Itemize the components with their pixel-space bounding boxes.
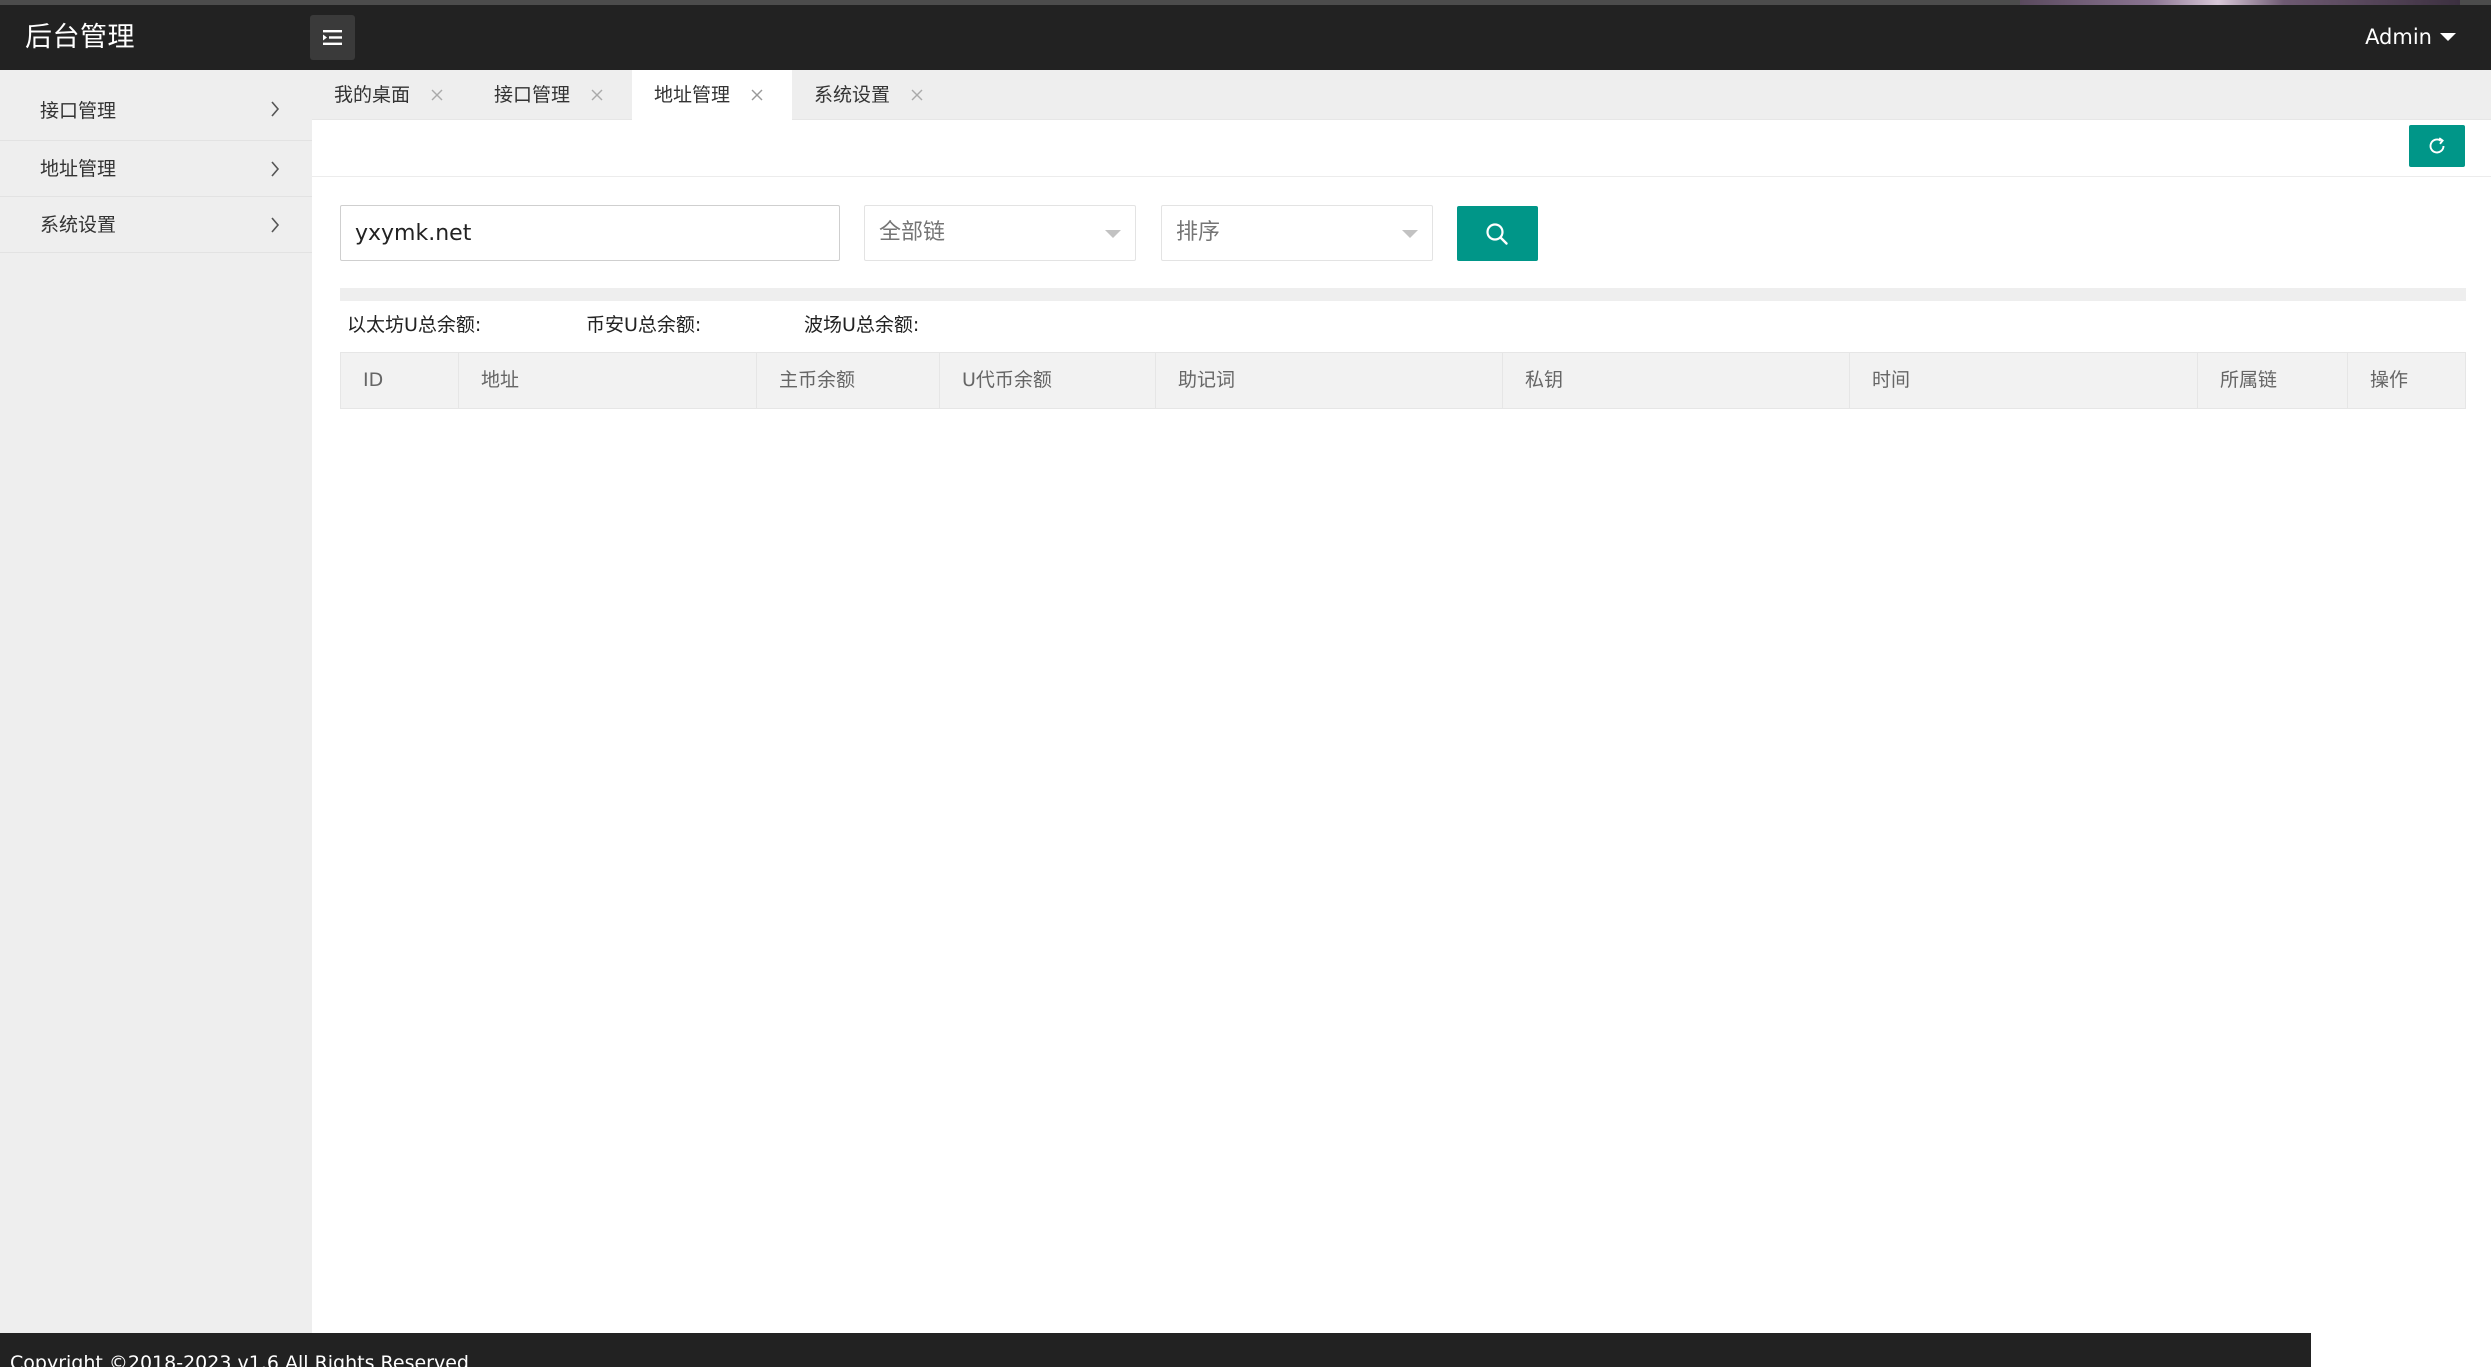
page-toolbar [312, 120, 2491, 177]
eth-total-label: 以太坊U总余额: [347, 314, 482, 336]
table-header: ID 地址 主币余额 U代币余额 助记词 私钥 时间 所属链 操作 [340, 352, 2466, 409]
sidebar-item-address[interactable]: 地址管理 [0, 141, 312, 197]
search-button[interactable] [1457, 206, 1538, 261]
close-icon[interactable] [750, 88, 764, 102]
sidebar-item-label: 系统设置 [40, 214, 117, 236]
column-header-actions[interactable]: 操作 [2348, 353, 2465, 408]
close-icon[interactable] [910, 88, 924, 102]
chain-select-value: 全部链 [879, 220, 946, 245]
tab-settings[interactable]: 系统设置 [792, 70, 952, 120]
tab-label: 接口管理 [494, 84, 571, 106]
tab-address[interactable]: 地址管理 [632, 70, 792, 120]
app-title: 后台管理 [25, 22, 135, 53]
caret-down-icon [1105, 230, 1121, 238]
chevron-right-icon [271, 216, 280, 233]
copyright-text: Copyright ©2018-2023 v1.6 All Rights Res… [10, 1352, 469, 1367]
caret-down-icon [2440, 32, 2456, 41]
close-icon[interactable] [430, 88, 444, 102]
sidebar: 接口管理 地址管理 系统设置 [0, 70, 312, 1333]
column-header-chain[interactable]: 所属链 [2198, 353, 2348, 408]
column-header-address[interactable]: 地址 [459, 353, 757, 408]
top-header: 后台管理 Admin [0, 0, 2491, 70]
search-icon [1486, 223, 1508, 245]
menu-fold-icon [323, 30, 342, 45]
sidebar-item-label: 接口管理 [40, 100, 117, 122]
tab-bar: 我的桌面 接口管理 地址管理 系统设置 [312, 70, 2491, 120]
column-header-mnemonic[interactable]: 助记词 [1156, 353, 1503, 408]
tab-label: 我的桌面 [334, 84, 411, 106]
caret-down-icon [1402, 230, 1418, 238]
close-icon[interactable] [590, 88, 604, 102]
keyword-input[interactable] [341, 206, 839, 260]
sort-select[interactable]: 排序 [1161, 205, 1433, 261]
user-name: Admin [2365, 25, 2432, 49]
tron-total-label: 波场U总余额: [804, 314, 920, 336]
user-menu[interactable]: Admin [2365, 5, 2456, 70]
column-header-id[interactable]: ID [341, 353, 459, 408]
column-header-private-key[interactable]: 私钥 [1503, 353, 1850, 408]
sort-select-value: 排序 [1176, 220, 1221, 245]
column-header-time[interactable]: 时间 [1850, 353, 2198, 408]
refresh-button[interactable] [2409, 125, 2465, 167]
bsc-total-label: 币安U总余额: [586, 314, 702, 336]
menu-toggle-button[interactable] [310, 15, 355, 60]
sidebar-item-label: 地址管理 [40, 158, 117, 180]
tab-label: 系统设置 [814, 84, 891, 106]
footer: Copyright ©2018-2023 v1.6 All Rights Res… [0, 1333, 2311, 1367]
column-header-u-balance[interactable]: U代币余额 [940, 353, 1156, 408]
sidebar-item-api[interactable]: 接口管理 [0, 70, 312, 141]
refresh-icon [2429, 137, 2445, 154]
column-header-main-balance[interactable]: 主币余额 [757, 353, 940, 408]
chain-select[interactable]: 全部链 [864, 205, 1136, 261]
keyword-field[interactable] [340, 205, 840, 261]
tab-label: 地址管理 [654, 84, 731, 106]
sidebar-item-settings[interactable]: 系统设置 [0, 197, 312, 253]
chevron-right-icon [271, 101, 280, 117]
chevron-right-icon [271, 160, 280, 177]
tab-desktop[interactable]: 我的桌面 [312, 70, 468, 120]
tab-api[interactable]: 接口管理 [472, 70, 632, 120]
divider-strip [340, 288, 2466, 301]
